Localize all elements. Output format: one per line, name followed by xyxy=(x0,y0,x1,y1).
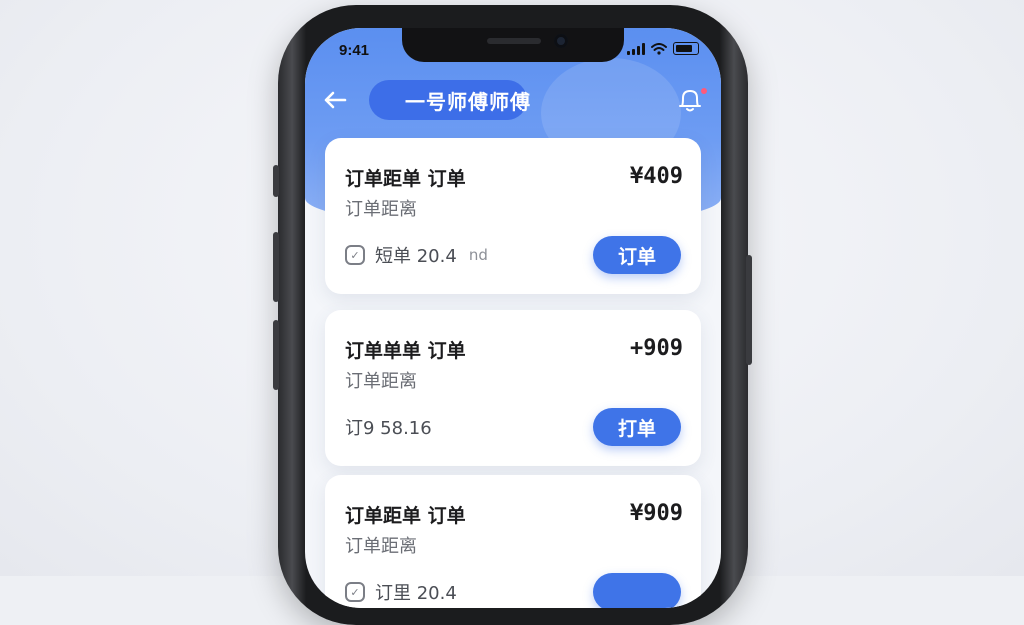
signal-icon xyxy=(627,42,645,55)
phone-screen: 9:41 一号师傅师傅 订单距单 订单 订单距离 ¥409 ✓ 短单 20.4 … xyxy=(305,28,721,608)
order-action-button[interactable]: 打单 xyxy=(593,408,681,446)
notch xyxy=(402,28,624,62)
order-distance: 订里 20.4 xyxy=(375,583,457,604)
status-icons xyxy=(627,42,699,55)
order-title: 订单距单 订单 xyxy=(345,168,466,190)
front-camera xyxy=(554,34,568,48)
order-distance-unit: nd xyxy=(468,246,488,264)
order-distance: 订9 58.16 xyxy=(345,418,432,439)
order-subtitle: 订单距离 xyxy=(345,536,417,557)
order-subtitle: 订单距离 xyxy=(345,199,417,220)
order-meta: 订9 58.16 xyxy=(345,414,432,440)
notification-badge xyxy=(701,88,707,94)
order-distance: 短单 20.4 xyxy=(375,246,457,267)
order-title: 订单距单 订单 xyxy=(345,505,466,527)
page-title: 一号师傅师傅 xyxy=(405,90,531,114)
order-title: 订单单单 订单 xyxy=(345,340,466,362)
order-price: ¥409 xyxy=(630,164,683,189)
leaf-icon: ✓ xyxy=(345,582,365,602)
order-card[interactable]: 订单单单 订单 订单距离 +909 订9 58.16 打单 xyxy=(325,310,701,466)
order-price: +909 xyxy=(630,336,683,361)
power-button xyxy=(746,255,752,365)
leaf-icon: ✓ xyxy=(345,245,365,265)
order-price: ¥909 xyxy=(630,501,683,526)
order-action-button[interactable] xyxy=(593,573,681,608)
volume-up-button xyxy=(273,232,279,302)
battery-icon xyxy=(673,42,699,55)
speaker-grille xyxy=(487,38,541,44)
order-meta: ✓ 短单 20.4 nd xyxy=(345,242,488,268)
order-meta: ✓ 订里 20.4 xyxy=(345,579,457,605)
bell-icon[interactable] xyxy=(677,86,703,114)
order-card[interactable]: 订单距单 订单 订单距离 ¥409 ✓ 短单 20.4 nd 订单 xyxy=(325,138,701,294)
status-time: 9:41 xyxy=(339,42,370,59)
order-subtitle: 订单距离 xyxy=(345,371,417,392)
mute-switch xyxy=(273,165,279,197)
wifi-icon xyxy=(651,42,667,55)
order-card[interactable]: 订单距单 订单 订单距离 ¥909 ✓ 订里 20.4 xyxy=(325,475,701,608)
back-arrow-icon[interactable] xyxy=(321,86,349,114)
order-action-button[interactable]: 订单 xyxy=(593,236,681,274)
volume-down-button xyxy=(273,320,279,390)
